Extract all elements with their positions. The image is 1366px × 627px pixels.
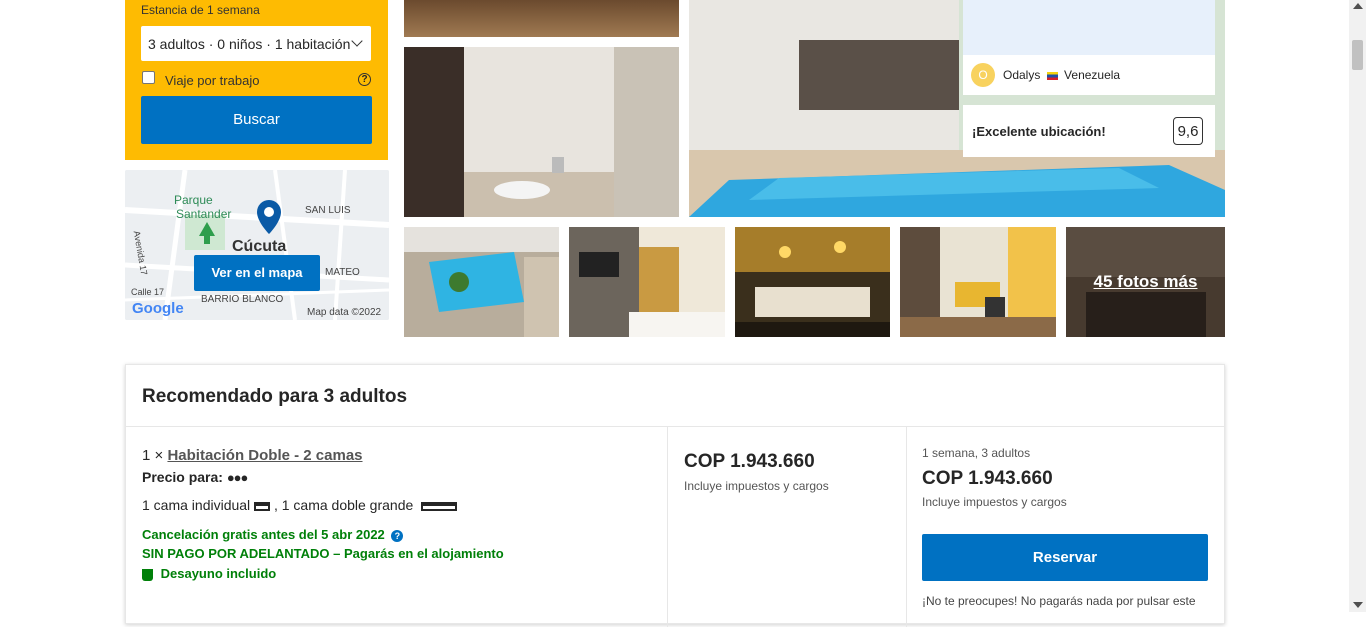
- scroll-up-arrow-icon[interactable]: [1353, 3, 1363, 9]
- gallery-photo-restaurant[interactable]: [735, 227, 890, 337]
- gallery-photo-floor[interactable]: [404, 0, 679, 37]
- no-worry-note: ¡No te preocupes! No pagarás nada por pu…: [922, 594, 1196, 608]
- search-button[interactable]: Buscar: [141, 96, 372, 144]
- review-card-top: [963, 0, 1215, 55]
- total-taxes-note: Incluye impuestos y cargos: [922, 495, 1067, 509]
- price-for-label: Precio para:: [142, 469, 223, 485]
- room-summary: 1 × Habitación Doble - 2 camas: [142, 447, 363, 464]
- room-name-link[interactable]: Habitación Doble - 2 camas: [167, 447, 362, 464]
- location-score-label: ¡Excelente ubicación!: [972, 124, 1106, 139]
- column-divider: [667, 427, 668, 627]
- view-map-button[interactable]: Ver en el mapa: [194, 255, 320, 291]
- room-desk-image: [900, 227, 1056, 337]
- google-logo: Google: [132, 300, 184, 317]
- more-photos-link[interactable]: 45 fotos más: [1066, 227, 1225, 337]
- location-score-badge: 9,6: [1173, 117, 1203, 145]
- gallery-photo-pool-aerial[interactable]: [404, 227, 559, 337]
- info-icon[interactable]: ?: [391, 529, 404, 542]
- total-price: COP 1.943.660: [922, 468, 1053, 489]
- work-trip-label: Viaje por trabajo: [165, 73, 260, 88]
- reviewer-name: Odalys: [1003, 68, 1041, 82]
- map-calle-label: Calle 17: [131, 287, 165, 297]
- breakfast-label: Desayuno incluido: [160, 566, 277, 581]
- reserve-button[interactable]: Reservar: [922, 534, 1208, 581]
- recommendation-title: Recomendado para 3 adultos: [142, 386, 408, 407]
- map-barrio-label: BARRIO BLANCO: [201, 294, 284, 305]
- room-price: COP 1.943.660: [684, 451, 815, 472]
- cancellation-info: Cancelación gratis antes del 5 abr 2022 …: [142, 527, 404, 542]
- map-park-label-2: Santander: [176, 207, 232, 221]
- room-taxes-note: Incluye impuestos y cargos: [684, 479, 829, 493]
- single-bed-icon: [254, 501, 271, 511]
- scrollbar[interactable]: [1349, 0, 1366, 612]
- column-divider: [906, 427, 907, 627]
- coffee-icon: [142, 568, 153, 581]
- room-count: 1 ×: [142, 447, 164, 464]
- room-tv-image: [569, 227, 725, 337]
- map-data-label: Map data ©2022: [307, 307, 382, 318]
- occupancy-value: 3 adultos · 0 niños · 1 habitación: [148, 36, 351, 52]
- bed-single-label: 1 cama individual: [142, 497, 251, 513]
- reviewer-info: Odalys Venezuela: [1003, 68, 1120, 82]
- scroll-down-arrow-icon[interactable]: [1353, 602, 1363, 608]
- reviewer-avatar: O: [971, 63, 995, 87]
- double-bed-icon: [421, 501, 458, 511]
- price-for: Precio para: ●●●: [142, 469, 249, 485]
- stay-summary: 1 semana, 3 adultos: [922, 446, 1031, 460]
- gallery-photo-room-desk[interactable]: [900, 227, 1056, 337]
- bed-double-label: , 1 cama doble grande: [273, 497, 414, 513]
- panel-divider: [125, 426, 1225, 427]
- cancellation-label: Cancelación gratis antes del 5 abr 2022: [142, 527, 385, 542]
- scrollbar-thumb[interactable]: [1352, 40, 1363, 70]
- pool-aerial-image: [404, 227, 559, 337]
- gallery-photo-room-tv[interactable]: [569, 227, 725, 337]
- breakfast-info: Desayuno incluido: [142, 566, 276, 581]
- map-park-label-1: Parque: [174, 193, 213, 207]
- bed-info: 1 cama individual , 1 cama doble grande: [142, 497, 458, 513]
- reviewer-country: Venezuela: [1064, 68, 1121, 82]
- gallery-photo-bathroom[interactable]: [404, 47, 679, 217]
- map-mateo-label: MATEO: [325, 267, 360, 278]
- chevron-down-icon: [351, 35, 363, 47]
- stay-duration-label: Estancia de 1 semana: [141, 3, 260, 17]
- person-icons: ●●●: [226, 470, 249, 485]
- map-san-luis-label: SAN LUIS: [305, 205, 351, 216]
- restaurant-image: [735, 227, 890, 337]
- bathroom-image: [404, 47, 679, 217]
- help-icon[interactable]: ?: [358, 73, 371, 86]
- work-trip-checkbox[interactable]: [142, 71, 155, 84]
- no-prepayment-label: SIN PAGO POR ADELANTADO – Pagarás en el …: [142, 546, 504, 561]
- occupancy-dropdown[interactable]: 3 adultos · 0 niños · 1 habitación: [141, 26, 371, 61]
- map-city-label: Cúcuta: [232, 238, 287, 255]
- flag-icon: [1046, 71, 1058, 80]
